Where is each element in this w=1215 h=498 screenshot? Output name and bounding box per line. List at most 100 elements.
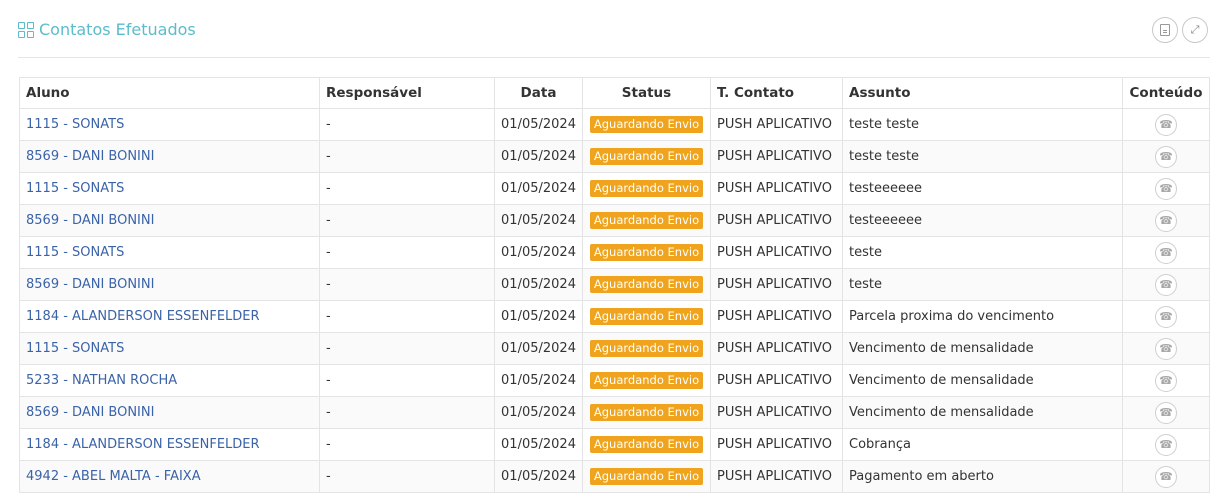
aluno-link[interactable]: 8569 - DANI BONINI (19, 268, 320, 301)
responsavel-cell: - (319, 268, 495, 301)
status-badge: Aguardando Envio (589, 148, 704, 165)
status-cell: Aguardando Envio (582, 364, 711, 397)
col-header-conteudo[interactable]: Conteúdo (1122, 77, 1210, 109)
status-cell: Aguardando Envio (582, 204, 711, 237)
col-header-tipo-contato[interactable]: T. Contato (710, 77, 843, 109)
status-badge: Aguardando Envio (589, 404, 704, 421)
phone-icon: ☎ (1159, 182, 1173, 195)
page-title: Contatos Efetuados (39, 20, 196, 39)
conteudo-cell: ☎ (1122, 108, 1210, 141)
conteudo-cell: ☎ (1122, 268, 1210, 301)
col-header-data[interactable]: Data (494, 77, 583, 109)
phone-icon: ☎ (1159, 374, 1173, 387)
data-cell: 01/05/2024 (494, 108, 583, 141)
tipo-contato-cell: PUSH APLICATIVO (710, 460, 843, 493)
expand-icon: ⤢ (1190, 23, 1200, 36)
assunto-cell: Parcela proxima do vencimento (842, 300, 1123, 333)
phone-icon: ☎ (1159, 246, 1173, 259)
table-row: 1115 - SONATS -01/05/2024 Aguardando Envio… (19, 172, 1210, 205)
col-header-assunto[interactable]: Assunto (842, 77, 1123, 109)
conteudo-cell: ☎ (1122, 332, 1210, 365)
table-row: 1184 - ALANDERSON ESSENFELDER -01/05/2024… (19, 428, 1210, 461)
view-content-button[interactable]: ☎ (1155, 145, 1177, 168)
status-cell: Aguardando Envio (582, 140, 711, 173)
status-badge: Aguardando Envio (589, 436, 704, 453)
table-row: 1184 - ALANDERSON ESSENFELDER -01/05/2024… (19, 300, 1210, 333)
assunto-cell: Vencimento de mensalidade (842, 332, 1123, 365)
view-content-button[interactable]: ☎ (1155, 401, 1177, 424)
table-row: 8569 - DANI BONINI -01/05/2024 Aguardando … (19, 140, 1210, 173)
phone-icon: ☎ (1159, 438, 1173, 451)
phone-icon: ☎ (1159, 150, 1173, 163)
data-cell: 01/05/2024 (494, 268, 583, 301)
col-header-responsavel[interactable]: Responsável (319, 77, 495, 109)
aluno-link[interactable]: 8569 - DANI BONINI (19, 204, 320, 237)
status-badge: Aguardando Envio (589, 340, 704, 357)
status-cell: Aguardando Envio (582, 396, 711, 429)
aluno-link[interactable]: 1115 - SONATS (19, 332, 320, 365)
assunto-cell: testeeeeee (842, 172, 1123, 205)
aluno-link[interactable]: 4942 - ABEL MALTA - FAIXA (19, 460, 320, 493)
data-cell: 01/05/2024 (494, 332, 583, 365)
tipo-contato-cell: PUSH APLICATIVO (710, 332, 843, 365)
view-content-button[interactable]: ☎ (1155, 433, 1177, 456)
aluno-link[interactable]: 1115 - SONATS (19, 108, 320, 141)
aluno-link[interactable]: 8569 - DANI BONINI (19, 396, 320, 429)
table-row: 1115 - SONATS -01/05/2024 Aguardando Envio… (19, 108, 1210, 141)
panel-header: Contatos Efetuados ⤢ (18, 14, 1210, 58)
assunto-cell: teste teste (842, 108, 1123, 141)
responsavel-cell: - (319, 172, 495, 205)
status-cell: Aguardando Envio (582, 460, 711, 493)
table-row: 8569 - DANI BONINI -01/05/2024 Aguardando … (19, 268, 1210, 301)
view-content-button[interactable]: ☎ (1155, 305, 1177, 328)
phone-icon: ☎ (1159, 470, 1173, 483)
aluno-link[interactable]: 1115 - SONATS (19, 172, 320, 205)
status-badge: Aguardando Envio (589, 276, 704, 293)
table-row: 1115 - SONATS -01/05/2024 Aguardando Envio… (19, 332, 1210, 365)
responsavel-cell: - (319, 364, 495, 397)
aluno-link[interactable]: 5233 - NATHAN ROCHA (19, 364, 320, 397)
view-content-button[interactable]: ☎ (1155, 369, 1177, 392)
assunto-cell: Vencimento de mensalidade (842, 364, 1123, 397)
view-content-button[interactable]: ☎ (1155, 209, 1177, 232)
status-badge: Aguardando Envio (589, 372, 704, 389)
data-cell: 01/05/2024 (494, 204, 583, 237)
export-button[interactable] (1152, 17, 1178, 43)
aluno-link[interactable]: 1184 - ALANDERSON ESSENFELDER (19, 428, 320, 461)
view-content-button[interactable]: ☎ (1155, 113, 1177, 136)
data-cell: 01/05/2024 (494, 172, 583, 205)
conteudo-cell: ☎ (1122, 204, 1210, 237)
status-badge: Aguardando Envio (589, 468, 704, 485)
assunto-cell: teste teste (842, 140, 1123, 173)
assunto-cell: teste (842, 236, 1123, 269)
tipo-contato-cell: PUSH APLICATIVO (710, 268, 843, 301)
col-header-status[interactable]: Status (582, 77, 711, 109)
assunto-cell: testeeeeee (842, 204, 1123, 237)
aluno-link[interactable]: 1184 - ALANDERSON ESSENFELDER (19, 300, 320, 333)
view-content-button[interactable]: ☎ (1155, 177, 1177, 200)
tipo-contato-cell: PUSH APLICATIVO (710, 428, 843, 461)
view-content-button[interactable]: ☎ (1155, 465, 1177, 488)
view-content-button[interactable]: ☎ (1155, 273, 1177, 296)
responsavel-cell: - (319, 332, 495, 365)
responsavel-cell: - (319, 108, 495, 141)
aluno-link[interactable]: 8569 - DANI BONINI (19, 140, 320, 173)
table-header-row: Aluno Responsável Data Status T. Contato… (19, 77, 1210, 109)
conteudo-cell: ☎ (1122, 460, 1210, 493)
table-body: 1115 - SONATS -01/05/2024 Aguardando Envio… (19, 108, 1210, 493)
status-cell: Aguardando Envio (582, 300, 711, 333)
col-header-aluno[interactable]: Aluno (19, 77, 320, 109)
phone-icon: ☎ (1159, 278, 1173, 291)
status-cell: Aguardando Envio (582, 236, 711, 269)
data-cell: 01/05/2024 (494, 460, 583, 493)
conteudo-cell: ☎ (1122, 300, 1210, 333)
expand-button[interactable]: ⤢ (1182, 17, 1208, 43)
status-badge: Aguardando Envio (589, 116, 704, 133)
grid-icon (18, 21, 34, 38)
view-content-button[interactable]: ☎ (1155, 337, 1177, 360)
status-cell: Aguardando Envio (582, 108, 711, 141)
aluno-link[interactable]: 1115 - SONATS (19, 236, 320, 269)
status-cell: Aguardando Envio (582, 332, 711, 365)
view-content-button[interactable]: ☎ (1155, 241, 1177, 264)
data-cell: 01/05/2024 (494, 300, 583, 333)
